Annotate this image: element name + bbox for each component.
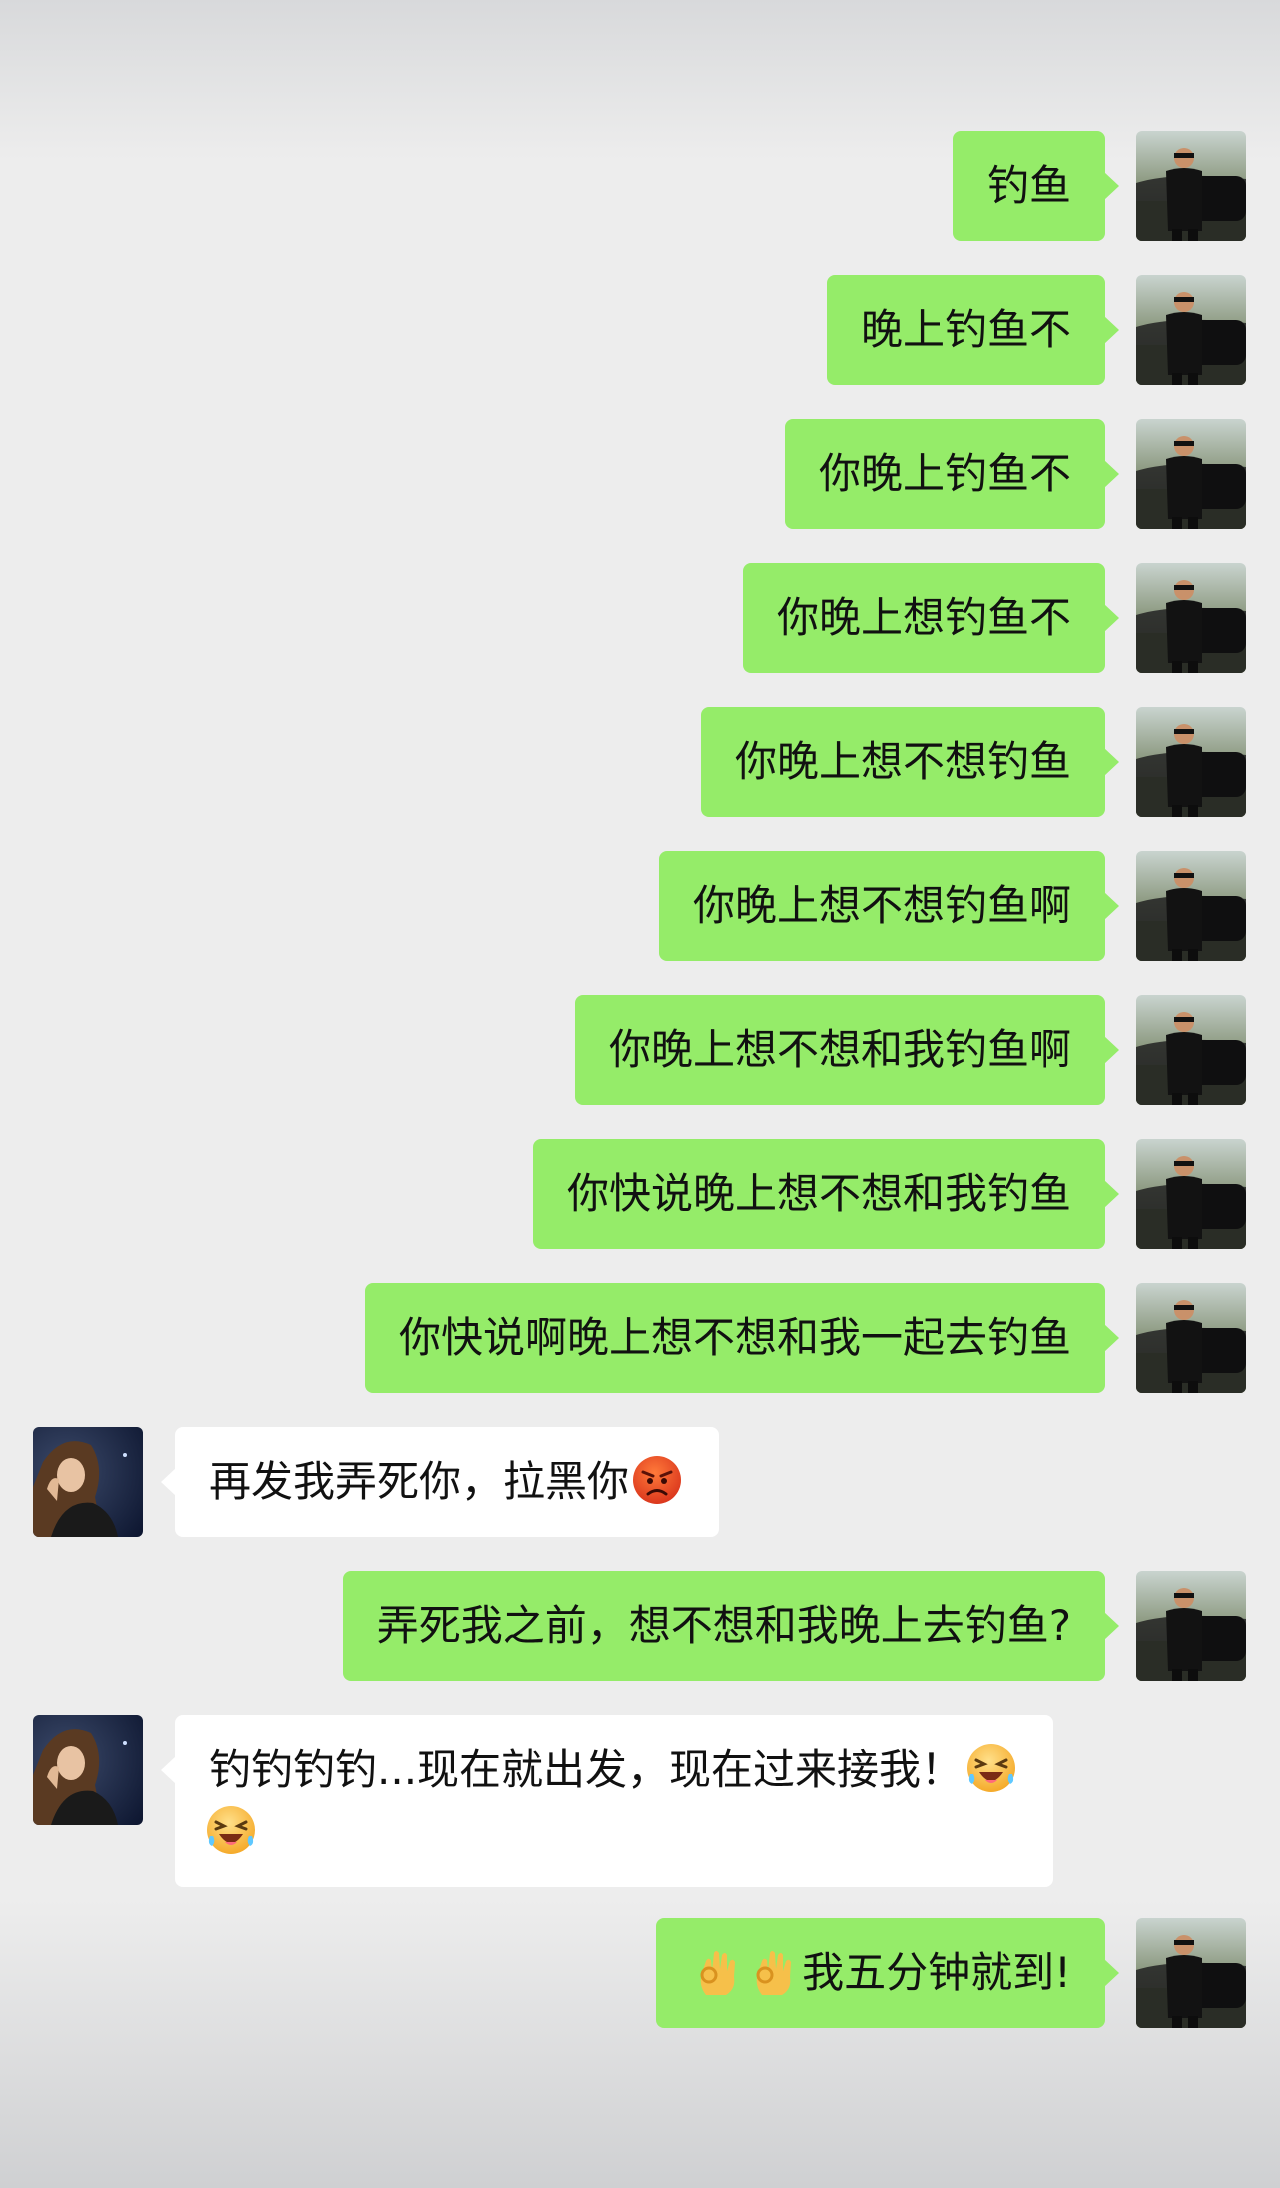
message-row: 钓钓钓钓...现在就出发，现在过来接我！ [0, 1715, 1280, 1887]
my-avatar[interactable] [1136, 275, 1246, 385]
message-row: 你晚上想钓鱼不 [0, 563, 1280, 673]
my-message-bubble[interactable]: 你快说晚上想不想和我钓鱼 [532, 1139, 1120, 1249]
message-row: 弄死我之前，想不想和我晚上去钓鱼? [0, 1571, 1280, 1681]
message-row: 钓鱼 [0, 131, 1280, 241]
my-avatar[interactable] [1136, 1571, 1246, 1681]
message-text: 你快说啊晚上想不想和我一起去钓鱼 [398, 1313, 1071, 1362]
my-message-bubble[interactable]: 你晚上想钓鱼不 [742, 563, 1120, 673]
message-line: 钓钓钓钓...现在就出发，现在过来接我！ [209, 1739, 1019, 1801]
my-message-bubble[interactable]: 钓鱼 [952, 131, 1120, 241]
my-message-bubble[interactable]: 你晚上钓鱼不 [784, 419, 1120, 529]
my-avatar[interactable] [1136, 563, 1246, 673]
message-row: 晚上钓鱼不 [0, 275, 1280, 385]
my-message-bubble[interactable]: 你晚上想不想和我钓鱼啊 [574, 995, 1120, 1105]
my-avatar[interactable] [1136, 995, 1246, 1105]
message-row: 你晚上想不想钓鱼 [0, 707, 1280, 817]
angry-face-icon [631, 1454, 683, 1506]
message-text: 晚上钓鱼不 [860, 305, 1071, 354]
message-line [209, 1801, 1019, 1863]
message-row: 你快说啊晚上想不想和我一起去钓鱼 [0, 1283, 1280, 1393]
message-text: 你晚上想不想和我钓鱼啊 [608, 1025, 1071, 1074]
message-row: 我五分钟就到! [0, 1918, 1280, 2028]
contact-avatar[interactable] [33, 1715, 143, 1825]
my-avatar[interactable] [1136, 851, 1246, 961]
my-avatar[interactable] [1136, 419, 1246, 529]
message-row: 你晚上想不想和我钓鱼啊 [0, 995, 1280, 1105]
message-text: 你晚上想钓鱼不 [776, 593, 1071, 642]
my-avatar[interactable] [1136, 131, 1246, 241]
my-avatar[interactable] [1136, 1283, 1246, 1393]
message-text: 你晚上想不想钓鱼 [734, 737, 1071, 786]
my-avatar[interactable] [1136, 1139, 1246, 1249]
laughing-squint-icon [205, 1804, 257, 1856]
chat-conversation: 钓鱼 晚上钓鱼不 你晚上钓鱼不 你晚上想钓鱼不 你晚上想不想钓鱼 你晚上想不想钓… [0, 0, 1280, 2188]
my-message-bubble[interactable]: 晚上钓鱼不 [826, 275, 1120, 385]
message-row: 再发我弄死你，拉黑你 [0, 1427, 1280, 1537]
message-row: 你晚上想不想钓鱼啊 [0, 851, 1280, 961]
contact-message-bubble[interactable]: 再发我弄死你，拉黑你 [160, 1427, 720, 1537]
message-text: 我五分钟就到! [802, 1948, 1071, 1997]
laughing-squint-icon [965, 1742, 1017, 1794]
message-text: 你快说晚上想不想和我钓鱼 [566, 1169, 1071, 1218]
message-text: 你晚上想不想钓鱼啊 [692, 881, 1071, 930]
message-text: 钓钓钓钓...现在就出发，现在过来接我！ [209, 1745, 964, 1794]
contact-message-bubble[interactable]: 钓钓钓钓...现在就出发，现在过来接我！ [160, 1715, 1054, 1887]
my-message-bubble[interactable]: 你晚上想不想钓鱼 [700, 707, 1120, 817]
message-row: 你快说晚上想不想和我钓鱼 [0, 1139, 1280, 1249]
my-message-bubble[interactable]: 弄死我之前，想不想和我晚上去钓鱼? [342, 1571, 1120, 1681]
message-row: 你晚上钓鱼不 [0, 419, 1280, 529]
my-message-bubble[interactable]: 你晚上想不想钓鱼啊 [658, 851, 1120, 961]
contact-avatar[interactable] [33, 1427, 143, 1537]
my-message-bubble[interactable]: 你快说啊晚上想不想和我一起去钓鱼 [364, 1283, 1120, 1393]
ok-hand-icon [748, 1945, 800, 1997]
my-avatar[interactable] [1136, 1918, 1246, 2028]
ok-hand-icon [692, 1945, 744, 1997]
message-text: 弄死我之前，想不想和我晚上去钓鱼? [376, 1601, 1071, 1650]
message-text: 钓鱼 [986, 161, 1071, 210]
message-text: 你晚上钓鱼不 [818, 449, 1071, 498]
my-avatar[interactable] [1136, 707, 1246, 817]
message-text: 再发我弄死你，拉黑你 [209, 1457, 630, 1506]
my-message-bubble[interactable]: 我五分钟就到! [656, 1918, 1119, 2028]
